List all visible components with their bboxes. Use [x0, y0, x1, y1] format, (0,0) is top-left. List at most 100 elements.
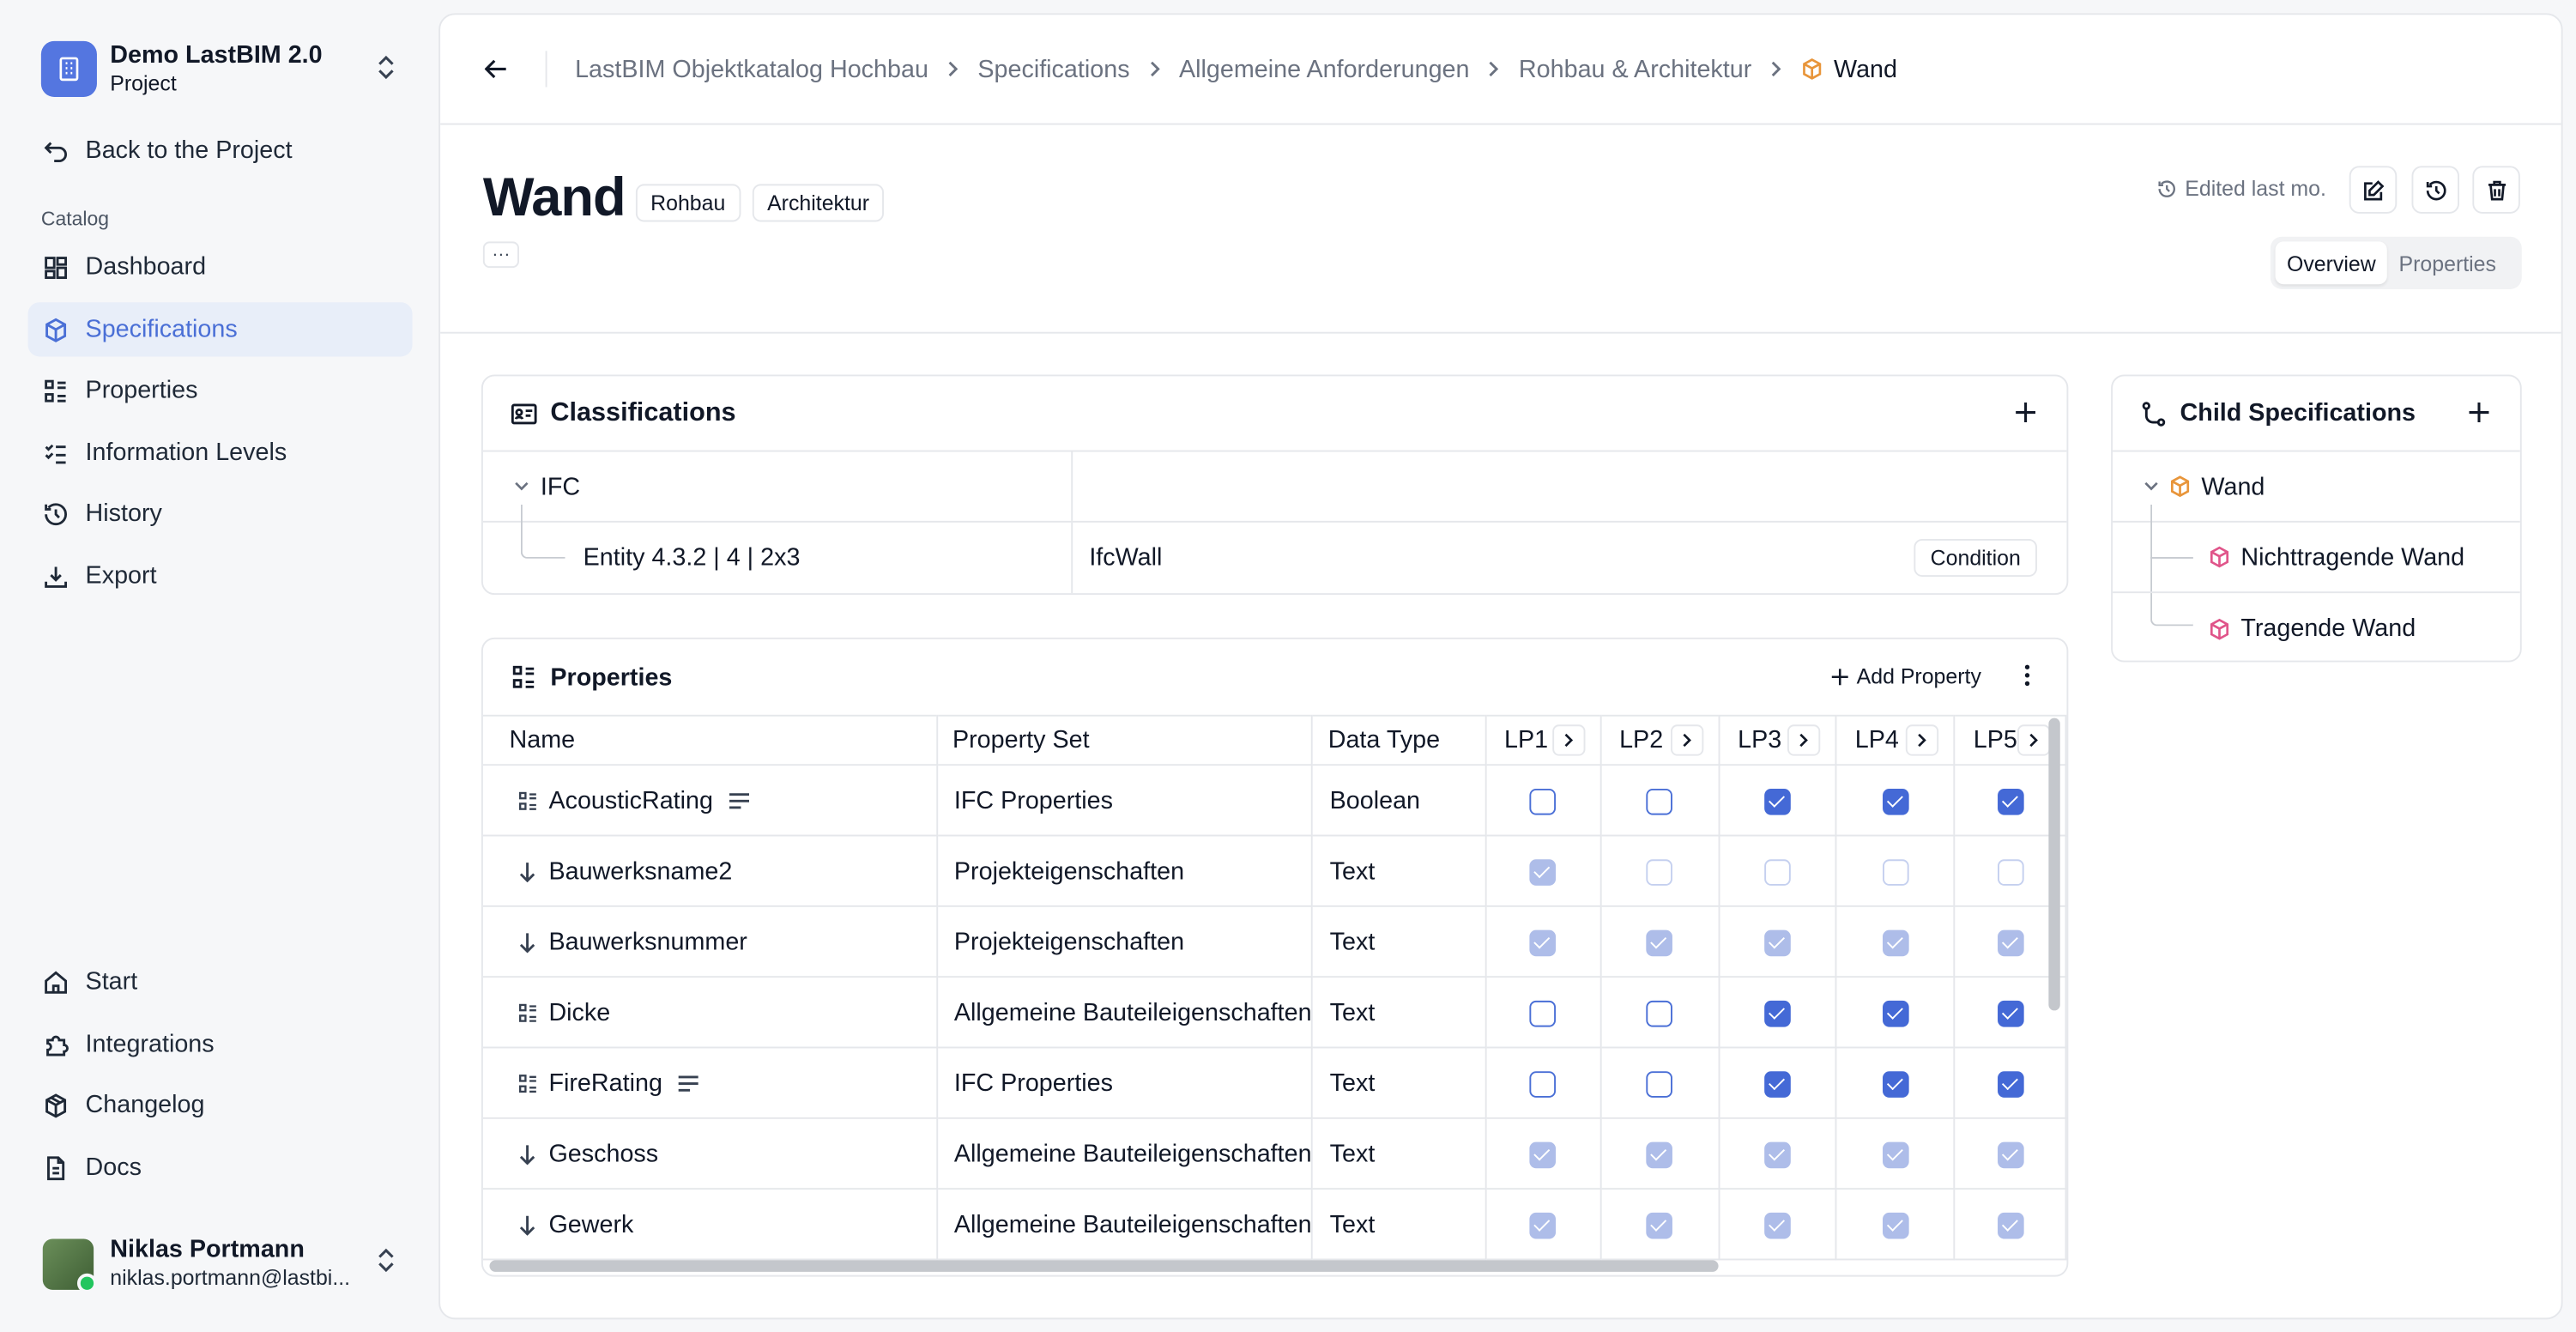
lp-checkbox[interactable] [1764, 788, 1791, 814]
lp-checkbox[interactable] [1646, 858, 1673, 885]
sidebar-item-information-levels[interactable]: Information Levels [28, 426, 413, 480]
lp-checkbox[interactable] [1882, 858, 1909, 885]
classification-group-row[interactable]: IFC [482, 451, 2067, 523]
lp-checkbox[interactable] [1646, 1141, 1673, 1168]
horizontal-scrollbar[interactable] [489, 1260, 1719, 1272]
history-button[interactable] [2411, 166, 2460, 214]
lp-checkbox[interactable] [1646, 929, 1673, 956]
lp-checkbox[interactable] [1882, 1000, 1909, 1026]
lp-checkbox[interactable] [1529, 1070, 1557, 1097]
breadcrumb-item[interactable]: Rohbau & Architektur [1519, 55, 1751, 83]
table-row[interactable]: Geschoss Allgemeine Bauteileigenschaften T… [482, 1117, 2067, 1190]
back-to-project-link[interactable]: Back to the Project [28, 124, 413, 178]
lp-checkbox[interactable] [1764, 858, 1791, 885]
lp-checkbox[interactable] [1764, 1000, 1791, 1026]
tag-architektur[interactable]: Architektur [752, 184, 885, 222]
lp-checkbox[interactable] [1882, 788, 1909, 814]
back-arrow-icon[interactable] [480, 52, 512, 85]
property-name[interactable]: Bauwerksnummer [548, 928, 747, 956]
lp-checkbox[interactable] [1997, 1141, 2023, 1168]
property-name[interactable]: FireRating [548, 1069, 662, 1097]
lp-checkbox[interactable] [1882, 1141, 1909, 1168]
column-header-data-type[interactable]: Data Type [1312, 715, 1486, 766]
sidebar-item-specifications[interactable]: Specifications [27, 302, 413, 357]
add-property-button[interactable]: Add Property [1831, 663, 1981, 688]
sidebar-item-history[interactable]: History [28, 487, 413, 541]
description-icon [728, 791, 751, 809]
lp-checkbox[interactable] [1997, 1000, 2023, 1026]
lp-checkbox[interactable] [1529, 929, 1557, 956]
sidebar-item-docs[interactable]: Docs [28, 1141, 413, 1195]
classification-entity-row[interactable]: Entity 4.3.2 | 4 | 2x3 IfcWall Condition [483, 504, 2067, 594]
tab-overview[interactable]: Overview [2275, 241, 2388, 285]
user-menu[interactable]: Niklas Portmann niklas.portmann@lastbi..… [27, 1222, 414, 1305]
condition-button[interactable]: Condition [1914, 538, 2037, 577]
tree-item-child[interactable]: Nichttragende Wand [2113, 523, 2520, 594]
chevron-right-icon[interactable] [1906, 724, 1939, 756]
lp-checkbox[interactable] [1764, 929, 1791, 956]
breadcrumb-item[interactable]: LastBIM Objektkatalog Hochbau [575, 55, 928, 83]
avatar [42, 1238, 97, 1293]
property-name[interactable]: Dicke [548, 998, 610, 1026]
lp-checkbox[interactable] [1997, 858, 2023, 885]
edit-button[interactable] [2349, 166, 2398, 214]
sidebar-item-properties[interactable]: Properties [28, 363, 413, 417]
add-classification-button[interactable] [2011, 397, 2040, 427]
lp-checkbox[interactable] [1764, 1141, 1791, 1168]
lp-checkbox[interactable] [1997, 1211, 2023, 1238]
lp-checkbox[interactable] [1997, 1070, 2023, 1097]
table-row[interactable]: Dicke Allgemeine Bauteileigenschaften Text [482, 977, 2067, 1049]
property-name[interactable]: AcousticRating [548, 786, 713, 814]
lp-checkbox[interactable] [1997, 788, 2023, 814]
chevron-right-icon[interactable] [2017, 724, 2051, 756]
property-name[interactable]: Gewerk [548, 1210, 633, 1238]
lp3-cell [1719, 905, 1837, 978]
table-row[interactable]: AcousticRating IFC Properties Boolean [482, 765, 2067, 837]
lp-checkbox[interactable] [1646, 1070, 1673, 1097]
sidebar-item-export[interactable]: Export [28, 548, 413, 602]
lp-checkbox[interactable] [1646, 788, 1673, 814]
project-switcher[interactable]: Demo LastBIM 2.0 Project [27, 29, 414, 108]
delete-button[interactable] [2472, 166, 2520, 214]
lp-checkbox[interactable] [1529, 788, 1557, 814]
more-button[interactable]: ··· [482, 241, 519, 269]
more-vertical-icon[interactable] [2024, 663, 2031, 687]
lp-checkbox[interactable] [1646, 1211, 1673, 1238]
properties-table: Name Property Set Data Type LP1 LP2 LP3 … [482, 715, 2067, 1261]
lp-checkbox[interactable] [1764, 1211, 1791, 1238]
table-row[interactable]: FireRating IFC Properties Text [482, 1047, 2067, 1119]
add-child-button[interactable] [2464, 397, 2494, 427]
breadcrumb-item[interactable]: Specifications [977, 55, 1129, 83]
child-specifications-card: Child Specifications Wand Nichttragende … [2111, 374, 2522, 663]
lp-checkbox[interactable] [1997, 929, 2023, 956]
sidebar-item-integrations[interactable]: Integrations [28, 1017, 413, 1071]
breadcrumb-item[interactable]: Allgemeine Anforderungen [1179, 55, 1469, 83]
tree-item-child[interactable]: Tragende Wand [2113, 593, 2520, 660]
property-name[interactable]: Geschoss [548, 1140, 658, 1168]
lp-checkbox[interactable] [1882, 929, 1909, 956]
lp-checkbox[interactable] [1646, 1000, 1673, 1026]
table-row[interactable]: Bauwerksname2 Projekteigenschaften Text [482, 835, 2067, 907]
sidebar-item-changelog[interactable]: Changelog [28, 1078, 413, 1132]
divider [440, 331, 2561, 334]
sidebar-item-start[interactable]: Start [28, 954, 413, 1008]
lp-checkbox[interactable] [1764, 1070, 1791, 1097]
lp-checkbox[interactable] [1882, 1211, 1909, 1238]
chevron-right-icon[interactable] [1787, 724, 1821, 756]
table-row[interactable]: Gewerk Allgemeine Bauteileigenschaften Tex… [482, 1189, 2067, 1261]
lp-checkbox[interactable] [1882, 1070, 1909, 1097]
vertical-scrollbar[interactable] [2048, 717, 2060, 1011]
chevron-right-icon[interactable] [1670, 724, 1703, 756]
property-name[interactable]: Bauwerksname2 [548, 857, 732, 885]
table-row[interactable]: Bauwerksnummer Projekteigenschaften Text [482, 905, 2067, 978]
lp-checkbox[interactable] [1529, 1141, 1557, 1168]
tab-properties[interactable]: Properties [2387, 241, 2507, 284]
lp-checkbox[interactable] [1529, 1211, 1557, 1238]
column-header-name[interactable]: Name [482, 715, 938, 766]
tag-rohbau[interactable]: Rohbau [635, 184, 741, 222]
lp-checkbox[interactable] [1529, 858, 1557, 885]
column-header-property-set[interactable]: Property Set [936, 715, 1314, 766]
chevron-right-icon[interactable] [1551, 724, 1585, 756]
lp-checkbox[interactable] [1529, 1000, 1557, 1026]
sidebar-item-dashboard[interactable]: Dashboard [28, 240, 413, 294]
